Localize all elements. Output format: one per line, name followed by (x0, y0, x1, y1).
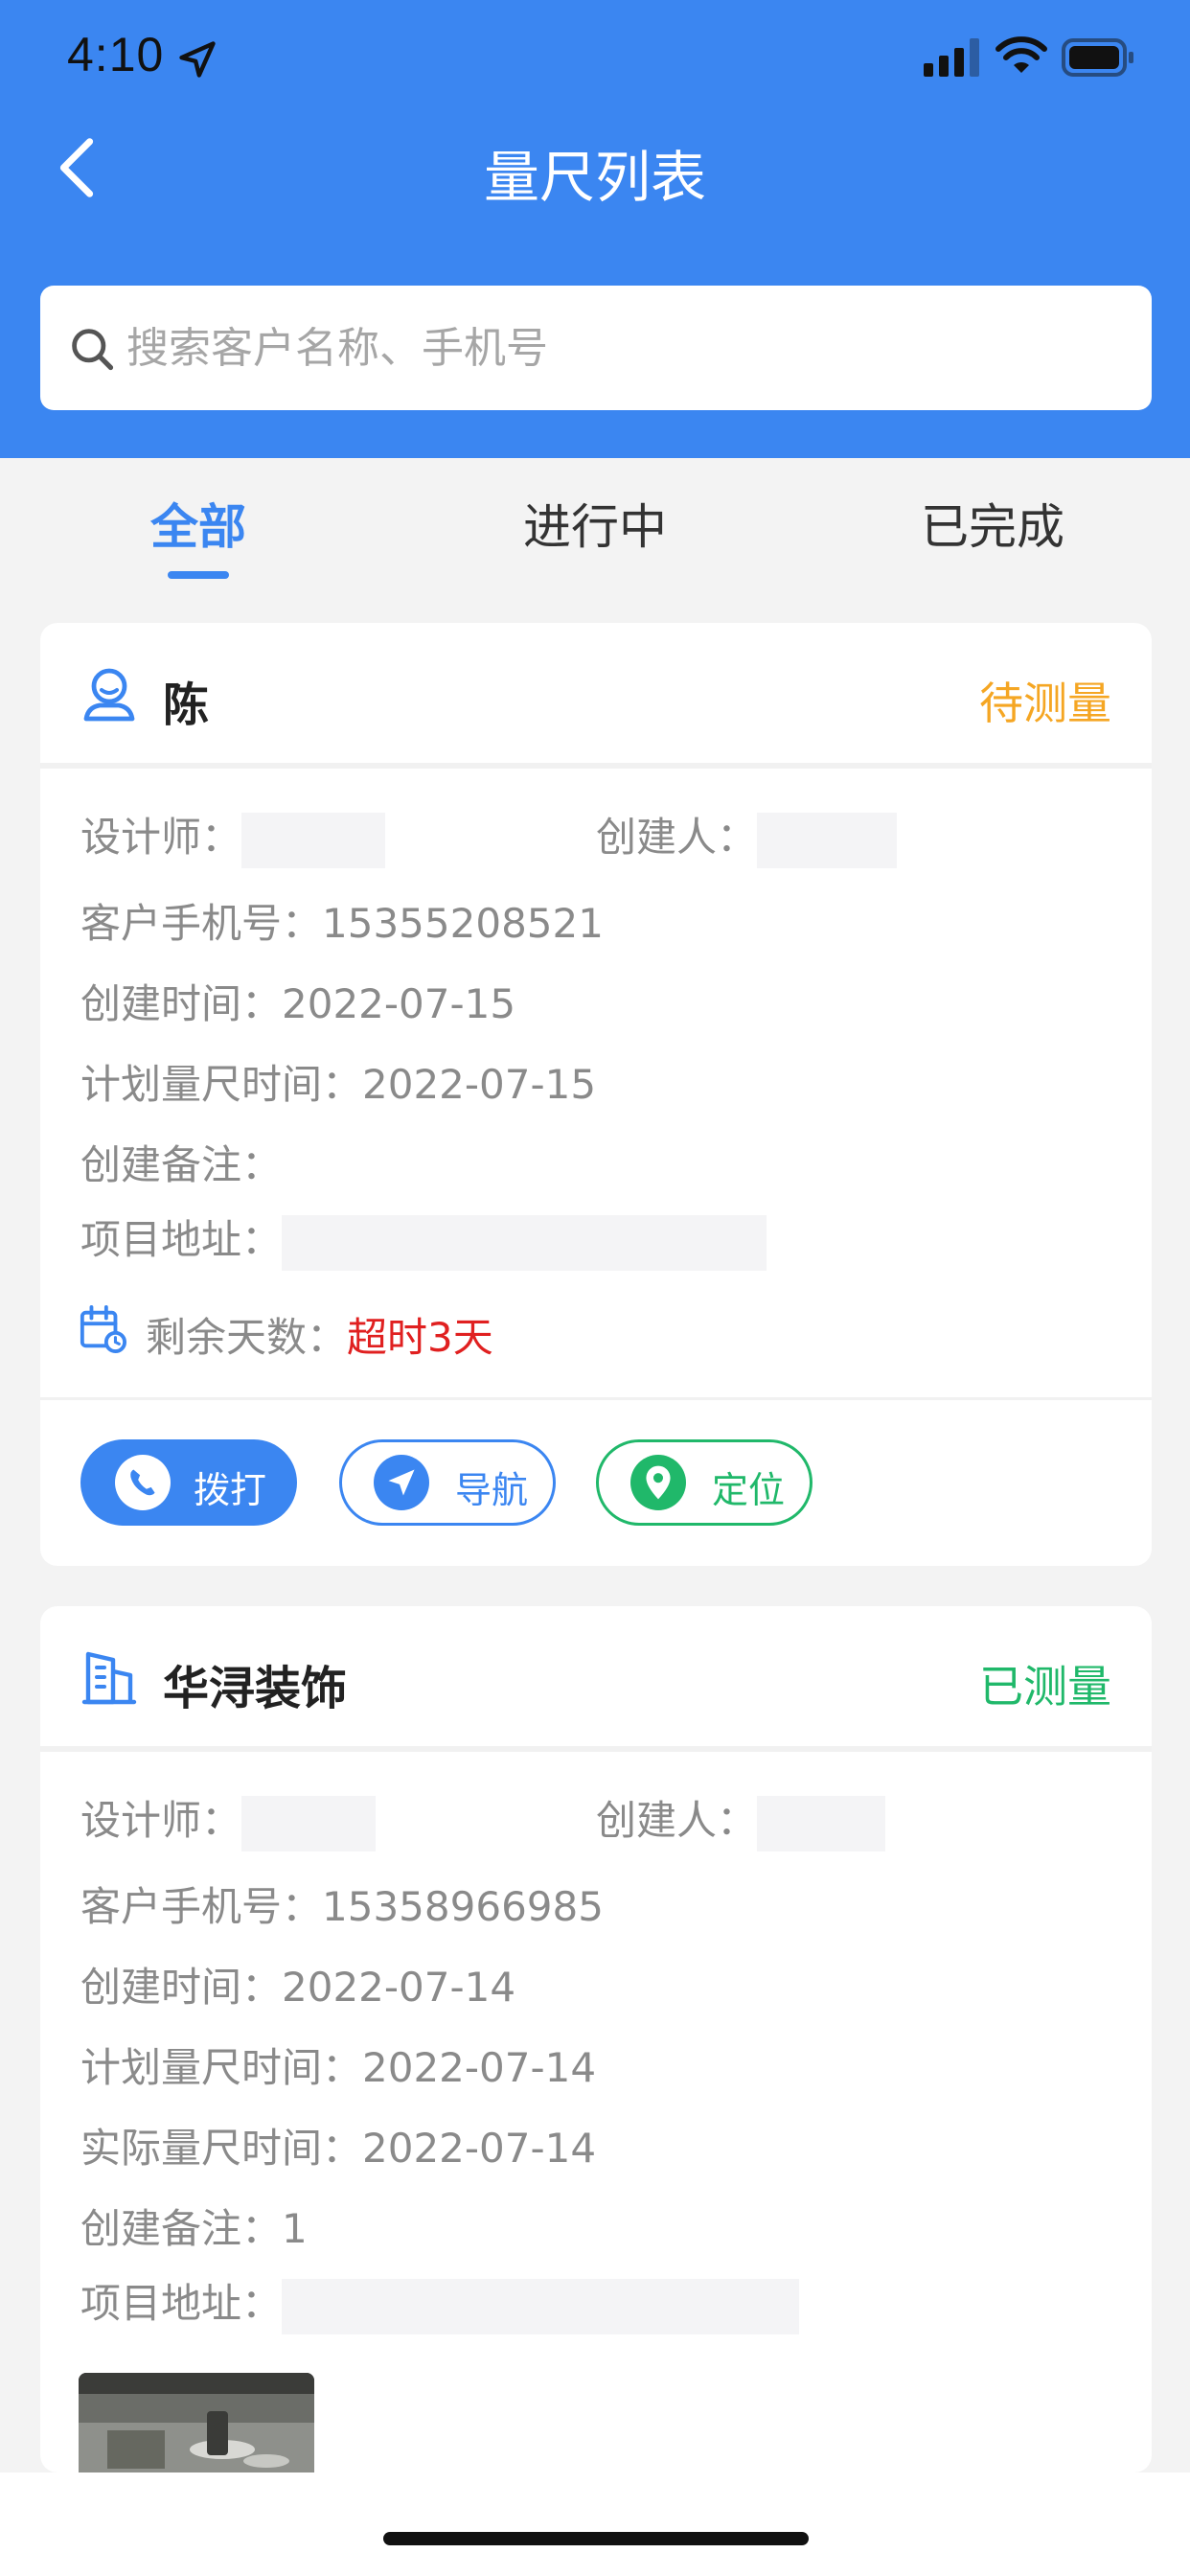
status-badge: 待测量 (979, 678, 1111, 729)
phone-value: 15355208521 (322, 900, 604, 947)
building-icon (81, 1651, 137, 1705)
home-indicator-area (0, 2472, 1190, 2576)
card-header: 华浔装饰 已测量 (40, 1606, 1152, 1748)
remaining-days-row: 剩余天数：超时3天 (146, 1305, 493, 1364)
measure-card[interactable]: 陈 待测量 设计师： 创建人： 客户手机号：15355208521 创建时间：2… (40, 623, 1152, 1566)
designer-row: 设计师： (80, 805, 386, 868)
call-button-label: 拨打 (194, 1469, 267, 1511)
map-pin-icon (630, 1455, 686, 1510)
status-badge: 已测量 (979, 1661, 1111, 1713)
creator-row: 创建人： (596, 805, 898, 868)
created-value: 2022-07-14 (282, 1964, 516, 2011)
customer-name: 华浔装饰 (163, 1662, 348, 1715)
tab-in-progress[interactable]: 进行中 (451, 489, 739, 558)
address-value-redacted (282, 2278, 800, 2334)
plan-label: 计划量尺时间： (80, 2044, 363, 2091)
photo-image (79, 2373, 314, 2478)
created-row: 创建时间：2022-07-14 (80, 1955, 515, 2013)
phone-icon (115, 1455, 171, 1510)
creator-value-redacted (757, 812, 898, 868)
phone-row: 客户手机号：15355208521 (80, 891, 604, 950)
home-indicator[interactable] (383, 2532, 809, 2545)
active-tab-indicator (168, 571, 229, 579)
remaining-days-label: 剩余天数： (146, 1314, 348, 1361)
created-row: 创建时间：2022-07-15 (80, 972, 515, 1030)
note-label: 创建备注： (80, 2205, 283, 2252)
plan-row: 计划量尺时间：2022-07-14 (80, 2036, 596, 2094)
creator-value-redacted (757, 1795, 886, 1852)
tab-all[interactable]: 全部 (55, 489, 342, 558)
phone-label: 客户手机号： (80, 900, 323, 947)
measure-card[interactable]: 华浔装饰 已测量 设计师： 创建人： 客户手机号：15358966985 创建时… (40, 1606, 1152, 2478)
locate-button-label: 定位 (712, 1469, 786, 1511)
navigate-button-label: 导航 (455, 1469, 529, 1511)
designer-label: 设计师： (80, 814, 242, 861)
created-label: 创建时间： (80, 980, 283, 1027)
phone-row: 客户手机号：15358966985 (80, 1874, 604, 1933)
note-row: 创建备注：1 (80, 2196, 308, 2255)
navigate-button[interactable]: 导航 (339, 1439, 556, 1526)
address-row: 项目地址： (80, 1208, 767, 1271)
phone-value: 15358966985 (322, 1883, 604, 1930)
divider (40, 1397, 1152, 1400)
calendar-clock-icon (80, 1305, 126, 1353)
actual-row: 实际量尺时间：2022-07-14 (80, 2116, 596, 2174)
card-header: 陈 待测量 (40, 623, 1152, 765)
tab-completed[interactable]: 已完成 (849, 489, 1136, 558)
page-title: 量尺列表 (483, 145, 706, 210)
creator-row: 创建人： (596, 1788, 886, 1852)
status-time: 4:10 (67, 28, 165, 81)
battery-icon (1062, 38, 1133, 77)
note-label: 创建备注： (80, 1141, 283, 1188)
call-button[interactable]: 拨打 (80, 1439, 297, 1526)
address-value-redacted (282, 1214, 767, 1271)
divider (40, 1746, 1152, 1752)
location-arrow-icon (179, 41, 216, 78)
designer-row: 设计师： (80, 1788, 377, 1852)
search-bar[interactable] (40, 286, 1152, 410)
actual-label: 实际量尺时间： (80, 2125, 363, 2172)
address-row: 项目地址： (80, 2271, 800, 2334)
locate-button[interactable]: 定位 (596, 1439, 812, 1526)
created-label: 创建时间： (80, 1964, 283, 2011)
phone-label: 客户手机号： (80, 1883, 323, 1930)
created-value: 2022-07-15 (282, 980, 516, 1027)
note-row: 创建备注： (80, 1133, 282, 1191)
address-label: 项目地址： (80, 1216, 283, 1263)
actual-value: 2022-07-14 (362, 2125, 597, 2172)
plan-label: 计划量尺时间： (80, 1061, 363, 1108)
wifi-icon (995, 36, 1047, 73)
search-icon (72, 329, 114, 371)
address-label: 项目地址： (80, 2280, 283, 2327)
plan-value: 2022-07-14 (362, 2044, 597, 2091)
designer-value-redacted (241, 1795, 377, 1852)
plan-value: 2022-07-15 (362, 1061, 597, 1108)
creator-label: 创建人： (596, 1797, 758, 1844)
designer-label: 设计师： (80, 1797, 242, 1844)
header: 4:10 量尺列表 (0, 0, 1190, 458)
divider (40, 763, 1152, 769)
creator-label: 创建人： (596, 814, 758, 861)
search-input[interactable] (126, 286, 1123, 410)
tab-bar: 全部 进行中 已完成 (0, 458, 1190, 602)
status-bar: 4:10 (0, 0, 1190, 115)
remaining-days-value: 超时3天 (347, 1314, 493, 1361)
cellular-signal-icon (924, 38, 979, 77)
note-value: 1 (282, 2205, 308, 2252)
customer-name: 陈 (163, 678, 210, 732)
plan-row: 计划量尺时间：2022-07-15 (80, 1052, 596, 1111)
person-icon (83, 668, 135, 722)
site-photo-thumbnail[interactable] (79, 2373, 314, 2478)
designer-value-redacted (241, 812, 386, 868)
navigation-icon (374, 1455, 429, 1510)
